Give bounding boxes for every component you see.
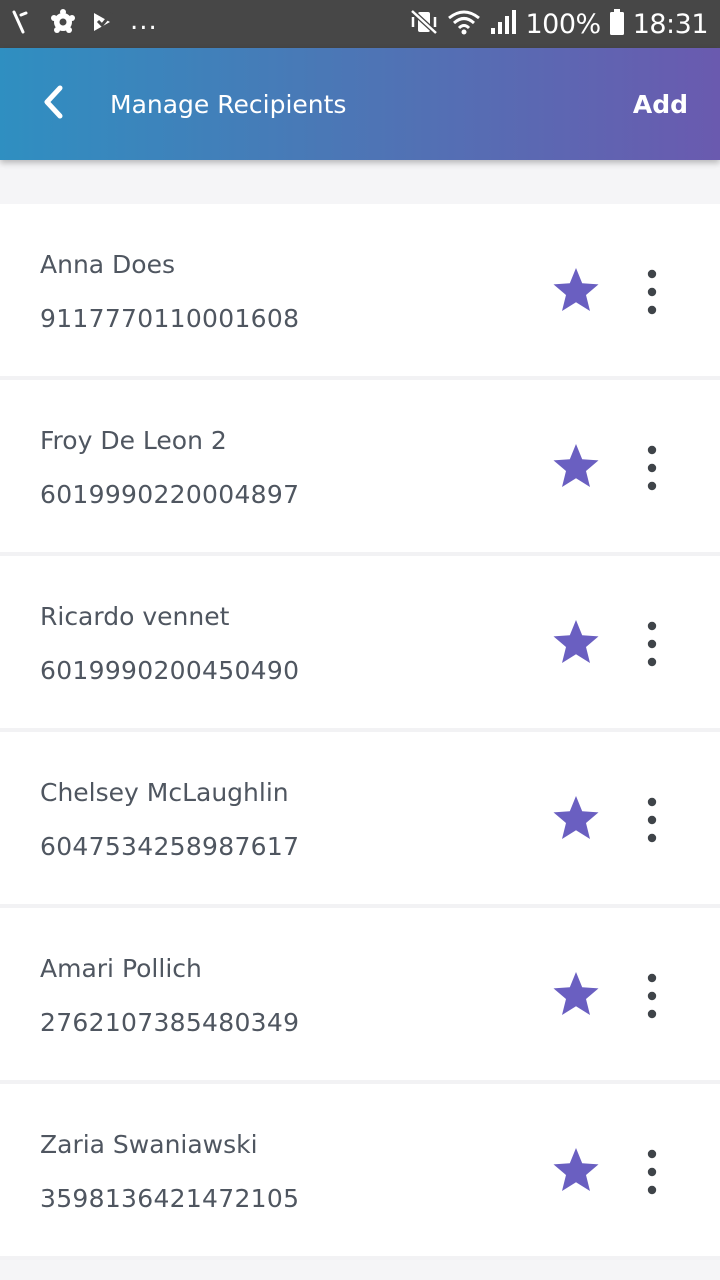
more-options-button[interactable]	[628, 1144, 676, 1200]
more-vert-icon	[647, 621, 657, 667]
mute-vibrate-icon	[409, 8, 439, 40]
back-button[interactable]	[0, 48, 110, 160]
recipient-name: Anna Does	[40, 250, 176, 279]
status-bar: ... 100% 18:31	[0, 0, 720, 48]
more-options-button[interactable]	[628, 440, 676, 496]
star-icon	[553, 620, 599, 663]
recipient-name: Chelsey McLaughlin	[40, 778, 289, 807]
chevron-left-icon	[40, 84, 68, 124]
recipient-name: Froy De Leon 2	[40, 426, 227, 455]
star-icon	[553, 1148, 599, 1191]
more-options-button[interactable]	[628, 792, 676, 848]
recipient-name: Zaria Swaniawski	[40, 1130, 258, 1159]
recipient-number: 6047534258987617	[40, 832, 300, 861]
recipient-number: 3598136421472105	[40, 1184, 300, 1213]
status-left: ...	[10, 6, 172, 39]
more-vert-icon	[647, 445, 657, 491]
list-item[interactable]: Amari Pollich 2762107385480349	[0, 908, 720, 1084]
favorite-button[interactable]	[548, 790, 604, 846]
recipient-number: 6019990220004897	[40, 480, 300, 509]
favorite-button[interactable]	[548, 1142, 604, 1198]
list-item[interactable]: Chelsey McLaughlin 6047534258987617	[0, 732, 720, 908]
list-item[interactable]: Ricardo vennet 6019990200450490	[0, 556, 720, 732]
recipient-number: 6019990200450490	[40, 656, 300, 685]
recipient-number: 2762107385480349	[40, 1008, 300, 1037]
more-vert-icon	[647, 797, 657, 843]
favorite-button[interactable]	[548, 262, 604, 318]
list-item[interactable]: Anna Does 9117770110001608	[0, 204, 720, 380]
wifi-icon	[447, 8, 481, 40]
more-options-button[interactable]	[628, 616, 676, 672]
more-options-button[interactable]	[628, 968, 676, 1024]
status-time: 18:31	[632, 8, 709, 40]
tools-icon	[10, 9, 36, 39]
status-right: 100% 18:31	[401, 8, 709, 40]
settings-gear-icon	[50, 9, 76, 39]
more-options-button[interactable]	[628, 264, 676, 320]
favorite-button[interactable]	[548, 438, 604, 494]
recipient-name: Ricardo vennet	[40, 602, 230, 631]
status-overflow: ...	[130, 6, 158, 36]
battery-percent: 100%	[525, 8, 601, 40]
star-icon	[553, 796, 599, 839]
app-title-wrap: Manage Recipients	[110, 90, 633, 119]
recipient-number: 9117770110001608	[40, 304, 300, 333]
star-icon	[553, 972, 599, 1015]
more-vert-icon	[647, 1149, 657, 1195]
more-vert-icon	[647, 973, 657, 1019]
check-icon	[90, 9, 116, 39]
page-title: Manage Recipients	[110, 89, 347, 119]
recipient-name: Amari Pollich	[40, 954, 202, 983]
favorite-button[interactable]	[548, 614, 604, 670]
star-icon	[553, 268, 599, 311]
star-icon	[553, 444, 599, 487]
app-bar: Manage Recipients Add	[0, 48, 720, 160]
list-item[interactable]: Zaria Swaniawski 3598136421472105	[0, 1084, 720, 1260]
favorite-button[interactable]	[548, 966, 604, 1022]
recipient-list: Anna Does 9117770110001608 Froy De Leon …	[0, 204, 720, 1260]
more-vert-icon	[647, 269, 657, 315]
battery-icon	[609, 8, 625, 40]
add-button[interactable]: Add	[633, 90, 688, 119]
signal-icon	[489, 8, 517, 40]
list-top-spacer	[0, 160, 720, 204]
list-item[interactable]: Froy De Leon 2 6019990220004897	[0, 380, 720, 556]
